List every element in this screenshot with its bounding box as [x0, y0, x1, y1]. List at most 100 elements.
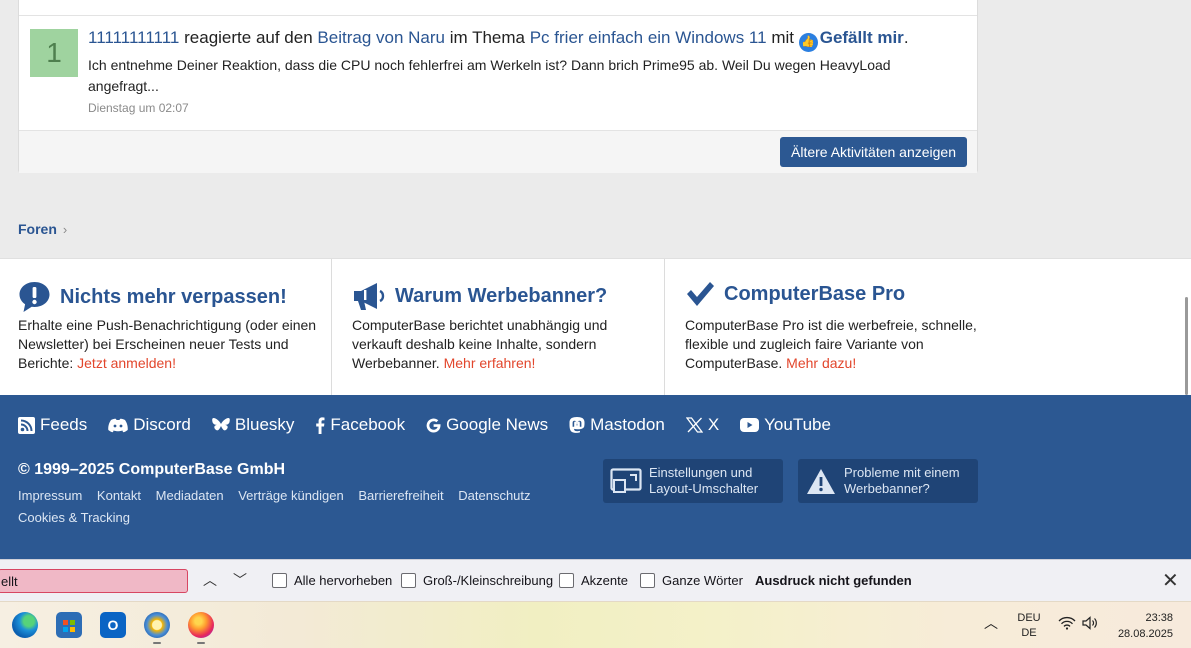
thumbs-up-icon: 👍 — [798, 33, 818, 52]
info-title: Warum Werbebanner? — [352, 281, 607, 311]
info-text: Erhalte eine Push-Benachrichtigung (oder… — [18, 316, 318, 373]
running-indicator — [197, 642, 205, 644]
highlight-all-checkbox[interactable]: Alle hervorheben — [272, 573, 392, 588]
social-label: YouTube — [764, 415, 831, 434]
chevron-right-icon: › — [62, 222, 68, 237]
social-label: Feeds — [40, 415, 88, 434]
rss-icon — [18, 416, 35, 434]
settings-line1: Einstellungen und — [649, 465, 753, 480]
info-text: ComputerBase berichtet unabhängig und ve… — [352, 316, 652, 373]
outlook-icon[interactable]: O — [100, 612, 126, 638]
match-diacritics-checkbox[interactable]: Akzente — [559, 573, 628, 588]
info-title-text: ComputerBase Pro — [724, 282, 906, 305]
activity-headline: 11111111111 reagierte auf den Beitrag vo… — [88, 28, 909, 52]
find-previous-button[interactable]: ︿ — [203, 570, 217, 590]
problems-line1: Probleme mit einem — [844, 465, 960, 480]
checkbox[interactable] — [640, 573, 655, 588]
checkbox[interactable] — [401, 573, 416, 588]
footer-link-imprint[interactable]: Impressum — [18, 488, 82, 503]
thread-link[interactable]: Pc frier einfach ein Windows 11 — [530, 28, 767, 47]
breadcrumb[interactable]: Foren › — [18, 221, 67, 237]
activity-card: 1 11111111111 reagierte auf den Beitrag … — [18, 0, 978, 173]
with-text: mit — [771, 28, 794, 47]
info-column-pro: ComputerBase Pro ComputerBase Pro ist di… — [664, 259, 1191, 396]
footer-link-media[interactable]: Mediadaten — [156, 488, 224, 503]
running-indicator — [153, 642, 161, 644]
activity-excerpt[interactable]: Ich entnehme Deiner Reaktion, dass die C… — [88, 55, 948, 97]
footer-link-cancel[interactable]: Verträge kündigen — [238, 488, 344, 503]
social-label: Google News — [446, 415, 549, 434]
input-language[interactable]: DEU DE — [1016, 611, 1042, 641]
x-logo-icon — [685, 417, 703, 433]
avatar-letter: 1 — [46, 37, 62, 68]
whole-words-checkbox[interactable]: Ganze Wörter — [640, 573, 743, 588]
social-label: Bluesky — [234, 415, 295, 434]
firefox-icon[interactable] — [188, 612, 214, 638]
social-feeds[interactable]: Feeds — [18, 415, 87, 435]
social-youtube[interactable]: YouTube — [740, 415, 831, 435]
volume-icon[interactable] — [1081, 616, 1099, 635]
info-band: Nichts mehr verpassen! Erhalte eine Push… — [0, 258, 1191, 396]
footer-link-cookies[interactable]: Cookies & Tracking — [18, 510, 130, 525]
card-footer: Ältere Aktivitäten anzeigen — [19, 130, 977, 173]
mastodon-icon — [569, 416, 585, 433]
scrollbar[interactable] — [1185, 297, 1188, 395]
social-label: X — [707, 415, 720, 434]
site-footer: Feeds Discord Bluesky Facebook Google Ne… — [0, 395, 1191, 559]
warning-icon — [798, 468, 844, 495]
settings-line2: Layout-Umschalter — [649, 481, 759, 496]
settings-app-icon[interactable] — [144, 612, 170, 638]
avatar[interactable]: 1 — [30, 29, 78, 77]
checkmark-icon — [685, 281, 715, 307]
social-facebook[interactable]: Facebook — [315, 415, 405, 435]
find-status: Ausdruck nicht gefunden — [755, 573, 912, 588]
youtube-icon — [740, 418, 760, 432]
settings-layout-button[interactable]: Einstellungen und Layout-Umschalter — [603, 459, 783, 503]
footer-links: Impressum Kontakt Mediadaten Verträge kü… — [18, 485, 578, 529]
info-column-notifications: Nichts mehr verpassen! Erhalte eine Push… — [0, 259, 331, 396]
footer-link-contact[interactable]: Kontakt — [97, 488, 141, 503]
edge-icon[interactable] — [12, 612, 38, 638]
signup-link[interactable]: Jetzt anmelden! — [77, 355, 176, 371]
action-text: reagierte auf den — [184, 28, 313, 47]
social-mastodon[interactable]: Mastodon — [569, 415, 665, 435]
match-case-checkbox[interactable]: Groß-/Kleinschreibung — [401, 573, 553, 588]
info-column-ads: Warum Werbebanner? ComputerBase berichte… — [331, 259, 664, 396]
lang-top: DEU — [1017, 612, 1041, 624]
social-bluesky[interactable]: Bluesky — [212, 415, 295, 435]
info-title-text: Warum Werbebanner? — [395, 284, 608, 307]
wifi-icon[interactable] — [1058, 616, 1076, 635]
social-x[interactable]: X — [685, 415, 720, 435]
reaction-label: Gefällt mir — [819, 28, 904, 47]
store-icon[interactable] — [56, 612, 82, 638]
clock[interactable]: 23:38 28.08.2025 — [1110, 610, 1173, 642]
period: . — [903, 28, 909, 47]
activity-time[interactable]: Dienstag um 02:07 — [88, 101, 189, 115]
find-input[interactable] — [0, 569, 188, 593]
ad-problem-button[interactable]: Probleme mit einem Werbebanner? — [798, 459, 978, 503]
user-link[interactable]: 11111111111 — [88, 28, 179, 47]
checkbox-label: Groß-/Kleinschreibung — [423, 573, 554, 588]
social-discord[interactable]: Discord — [108, 415, 191, 435]
pro-link[interactable]: Mehr dazu! — [786, 355, 856, 371]
settings-label: Einstellungen und Layout-Umschalter — [649, 465, 758, 497]
discord-icon — [108, 418, 129, 432]
footer-link-privacy[interactable]: Datenschutz — [458, 488, 530, 503]
post-link[interactable]: Beitrag von Naru — [317, 28, 445, 47]
find-next-button[interactable]: ﹀ — [233, 570, 247, 590]
checkbox[interactable] — [272, 573, 287, 588]
learn-more-link[interactable]: Mehr erfahren! — [444, 355, 536, 371]
social-label: Mastodon — [590, 415, 665, 434]
social-links: Feeds Discord Bluesky Facebook Google Ne… — [18, 415, 831, 435]
checkbox[interactable] — [559, 573, 574, 588]
close-icon[interactable]: ✕ — [1162, 568, 1179, 593]
older-activities-button[interactable]: Ältere Aktivitäten anzeigen — [780, 137, 967, 167]
chevron-up-icon[interactable]: ︿ — [984, 616, 998, 631]
divider — [19, 15, 977, 16]
footer-link-accessibility[interactable]: Barrierefreiheit — [358, 488, 443, 503]
breadcrumb-forums[interactable]: Foren — [18, 221, 57, 237]
social-google-news[interactable]: Google News — [426, 415, 548, 435]
info-title: Nichts mehr verpassen! — [18, 281, 287, 313]
checkbox-label: Alle hervorheben — [294, 573, 393, 588]
megaphone-icon — [352, 281, 386, 311]
